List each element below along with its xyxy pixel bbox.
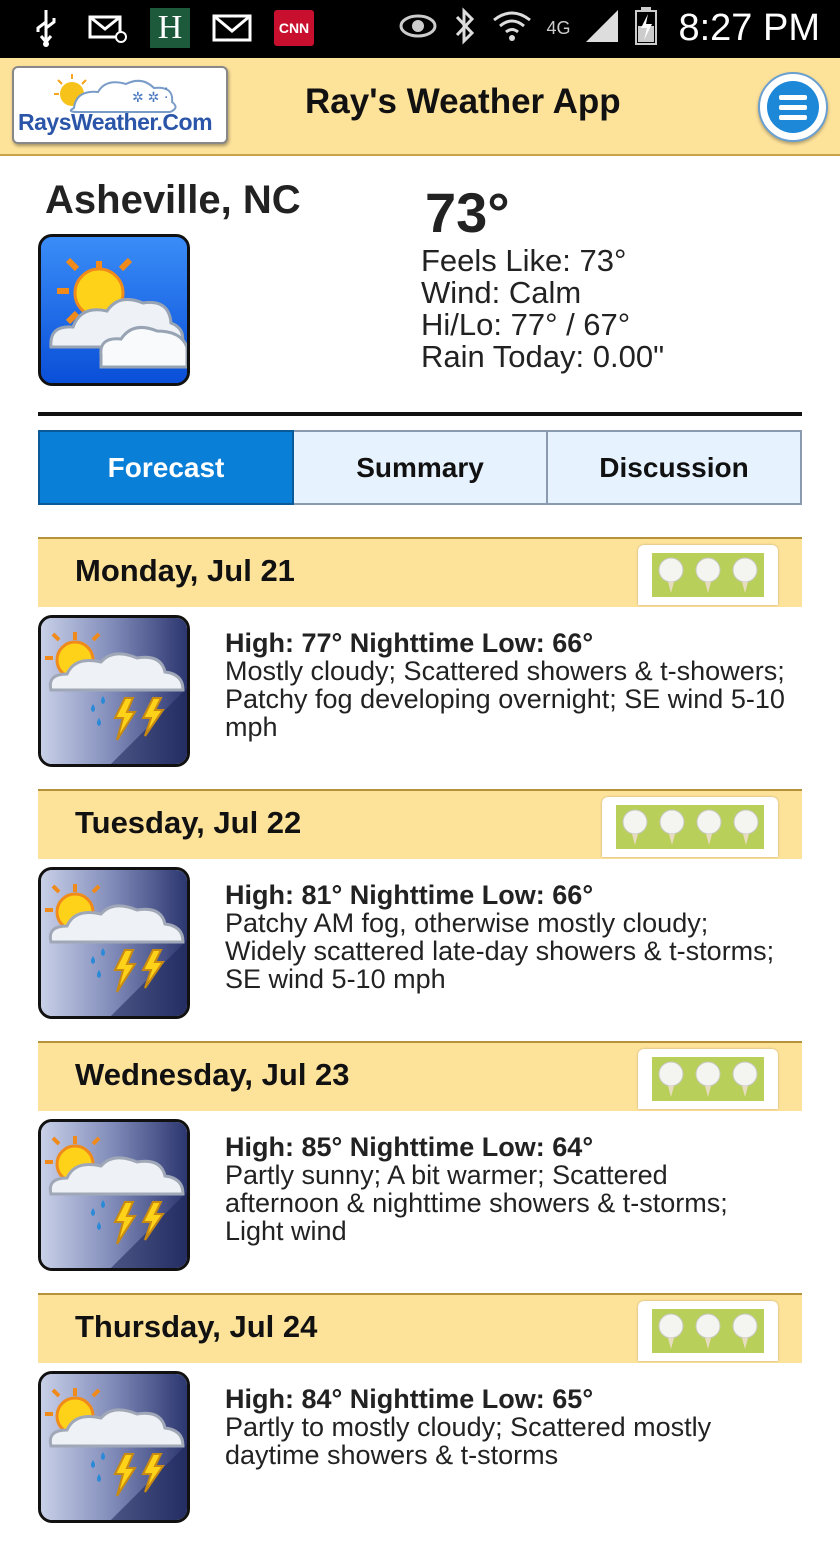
forecast-day-body: High: 81° Nighttime Low: 66° Patchy AM f… (38, 859, 802, 1043)
forecast-day-header: Tuesday, Jul 22 (38, 789, 802, 859)
wifi-icon (492, 8, 532, 49)
golf-balls-icon (616, 805, 764, 849)
golf-ball-icon (696, 809, 721, 845)
h-app-icon: H (150, 8, 190, 48)
logo-text: RaysWeather.Com (18, 109, 213, 135)
email-icon (88, 8, 128, 48)
divider (38, 412, 802, 416)
forecast-hilo: High: 84° Nighttime Low: 65° (225, 1384, 594, 1414)
golf-ball-icon (733, 809, 758, 845)
tab-forecast[interactable]: Forecast (38, 430, 294, 505)
forecast-day: Thursday, Jul 24 High: 84° Nighttime Low… (38, 1293, 802, 1547)
golf-ball-icon (622, 809, 647, 845)
gmail-icon (212, 8, 252, 48)
menu-icon (767, 81, 819, 133)
golf-rating-badge (638, 1049, 778, 1109)
golf-ball-icon (658, 1313, 684, 1349)
golf-ball-icon (695, 1061, 721, 1097)
golf-rating-badge (638, 1301, 778, 1361)
forecast-day-header: Thursday, Jul 24 (38, 1293, 802, 1363)
golf-ball-icon (658, 557, 684, 593)
golf-ball-icon (732, 1313, 758, 1349)
wind: Wind: Calm (421, 275, 582, 310)
forecast-text: High: 81° Nighttime Low: 66° Patchy AM f… (225, 881, 785, 993)
hi-lo: Hi/Lo: 77° / 67° (421, 307, 631, 342)
forecast-hilo: High: 77° Nighttime Low: 66° (225, 628, 594, 658)
tab-discussion[interactable]: Discussion (548, 430, 802, 505)
forecast-day-body: High: 84° Nighttime Low: 65° Partly to m… (38, 1363, 802, 1547)
thunderstorm-icon (38, 1371, 190, 1523)
bluetooth-icon (452, 7, 478, 50)
golf-rating-badge (638, 545, 778, 605)
forecast-day: Monday, Jul 21 High: 77° Nighttime Low: … (38, 537, 802, 791)
city-name: Asheville, NC (45, 178, 301, 222)
rays-weather-logo[interactable]: ✲ ✲ ⁚ RaysWeather.Com (12, 66, 228, 144)
forecast-day-body: High: 85° Nighttime Low: 64° Partly sunn… (38, 1111, 802, 1295)
svg-text:✲ ✲: ✲ ✲ (132, 89, 159, 105)
golf-ball-icon (695, 557, 721, 593)
eye-icon (398, 11, 438, 46)
tab-bar: Forecast Summary Discussion (38, 430, 802, 505)
golf-ball-icon (732, 1061, 758, 1097)
status-bar: H CNN 4G 8:27 PM (0, 0, 840, 58)
golf-rating-badge (602, 797, 778, 857)
forecast-text: High: 84° Nighttime Low: 65° Partly to m… (225, 1385, 785, 1469)
golf-ball-icon (658, 1061, 684, 1097)
thunderstorm-icon (38, 615, 190, 767)
golf-ball-icon (659, 809, 684, 845)
forecast-day-label: Monday, Jul 21 (75, 553, 295, 588)
cnn-icon: CNN (274, 10, 314, 46)
golf-ball-icon (695, 1313, 721, 1349)
forecast-description: Partly to mostly cloudy; Scattered mostl… (225, 1412, 712, 1470)
forecast-hilo: High: 81° Nighttime Low: 66° (225, 880, 594, 910)
forecast-text: High: 85° Nighttime Low: 64° Partly sunn… (225, 1133, 785, 1245)
menu-button[interactable] (758, 72, 828, 142)
forecast-day: Tuesday, Jul 22 High: 81° Nighttime Low:… (38, 789, 802, 1043)
forecast-day-label: Thursday, Jul 24 (75, 1309, 318, 1344)
golf-balls-icon (652, 553, 764, 597)
current-details: Feels Like: 73° Wind: Calm Hi/Lo: 77° / … (421, 245, 664, 373)
feels-like: Feels Like: 73° (421, 243, 627, 278)
usb-icon (26, 8, 66, 48)
forecast-description: Mostly cloudy; Scattered showers & t-sho… (225, 656, 785, 742)
forecast-day-body: High: 77° Nighttime Low: 66° Mostly clou… (38, 607, 802, 791)
forecast-day-header: Wednesday, Jul 23 (38, 1041, 802, 1111)
current-temperature: 73° (425, 181, 510, 244)
network-type: 4G (546, 18, 571, 38)
thunderstorm-icon (38, 867, 190, 1019)
golf-ball-icon (732, 557, 758, 593)
signal-icon (584, 8, 620, 49)
golf-balls-icon (652, 1309, 764, 1353)
battery-icon (634, 6, 658, 51)
forecast-description: Patchy AM fog, otherwise mostly cloudy; … (225, 908, 775, 994)
tab-summary[interactable]: Summary (294, 430, 548, 505)
forecast-hilo: High: 85° Nighttime Low: 64° (225, 1132, 594, 1162)
thunderstorm-icon (38, 1119, 190, 1271)
rain-today: Rain Today: 0.00" (421, 339, 665, 374)
clock: 8:27 PM (678, 7, 820, 49)
forecast-day-label: Wednesday, Jul 23 (75, 1057, 350, 1092)
partly-cloudy-icon (38, 234, 190, 386)
app-header: ✲ ✲ ⁚ RaysWeather.Com Ray's Weather App (0, 58, 840, 156)
app-title: Ray's Weather App (305, 82, 621, 121)
forecast-day-label: Tuesday, Jul 22 (75, 805, 302, 840)
forecast-day-header: Monday, Jul 21 (38, 537, 802, 607)
forecast-day: Wednesday, Jul 23 High: 85° Nighttime Lo… (38, 1041, 802, 1295)
golf-balls-icon (652, 1057, 764, 1101)
forecast-description: Partly sunny; A bit warmer; Scattered af… (225, 1160, 728, 1246)
svg-text:⁚: ⁚ (164, 85, 168, 101)
forecast-text: High: 77° Nighttime Low: 66° Mostly clou… (225, 629, 785, 741)
